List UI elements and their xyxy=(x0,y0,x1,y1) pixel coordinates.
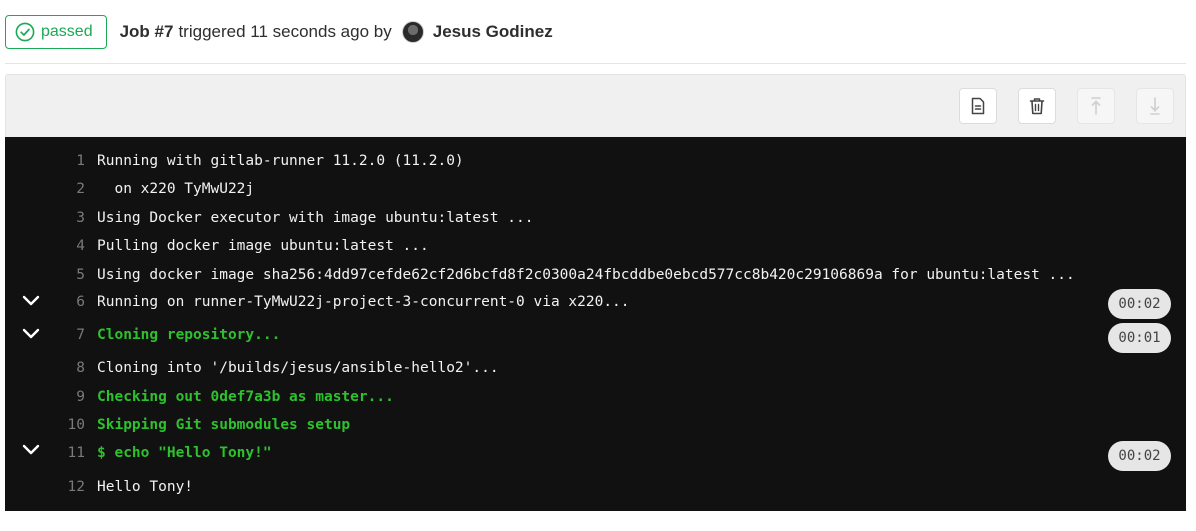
line-number[interactable]: 11 xyxy=(45,445,85,461)
avatar[interactable] xyxy=(401,21,424,43)
scroll-up-icon xyxy=(1089,96,1103,116)
line-text: Using docker image sha256:4dd97cefde62cf… xyxy=(97,267,1075,283)
trash-icon xyxy=(1029,97,1045,115)
line-number[interactable]: 8 xyxy=(45,360,85,376)
line-number[interactable]: 5 xyxy=(45,267,85,283)
line-text: on x220 TyMwU22j xyxy=(97,181,255,197)
line-text: Cloning into '/builds/jesus/ansible-hell… xyxy=(97,360,499,376)
line-number[interactable]: 10 xyxy=(45,417,85,433)
line-number[interactable]: 4 xyxy=(45,238,85,254)
section-duration-badge: 00:02 xyxy=(1108,441,1171,471)
line-number[interactable]: 3 xyxy=(45,210,85,226)
job-log: 1 Running with gitlab-runner 11.2.0 (11.… xyxy=(5,137,1186,511)
section-duration-badge: 00:02 xyxy=(1108,289,1171,319)
section-duration-badge: 00:01 xyxy=(1108,323,1171,353)
line-text: Hello Tony! xyxy=(97,479,194,495)
status-badge[interactable]: passed xyxy=(5,15,107,49)
check-circle-icon xyxy=(15,22,35,42)
line-text: Cloning repository... xyxy=(97,327,281,343)
log-line: 1 Running with gitlab-runner 11.2.0 (11.… xyxy=(5,149,1186,173)
log-line: 3 Using Docker executor with image ubunt… xyxy=(5,206,1186,230)
header-divider xyxy=(5,63,1186,64)
triggered-text: triggered 11 seconds ago by xyxy=(178,22,392,41)
status-label: passed xyxy=(41,23,93,40)
job-log-toolbar xyxy=(5,74,1186,138)
line-text: Checking out 0def7a3b as master... xyxy=(97,389,394,405)
show-complete-raw-button[interactable] xyxy=(959,88,997,124)
line-text: Running on runner-TyMwU22j-project-3-con… xyxy=(97,294,630,310)
line-number[interactable]: 1 xyxy=(45,153,85,169)
log-line: 4 Pulling docker image ubuntu:latest ... xyxy=(5,234,1186,258)
line-text: Using Docker executor with image ubuntu:… xyxy=(97,210,534,226)
log-line: 2 on x220 TyMwU22j xyxy=(5,177,1186,201)
line-number[interactable]: 12 xyxy=(45,479,85,495)
line-text: Running with gitlab-runner 11.2.0 (11.2.… xyxy=(97,153,464,169)
line-number[interactable]: 9 xyxy=(45,389,85,405)
log-line: 8 Cloning into '/builds/jesus/ansible-he… xyxy=(5,356,1186,380)
line-text: $ echo "Hello Tony!" xyxy=(97,445,272,461)
line-text: Skipping Git submodules setup xyxy=(97,417,351,433)
log-line: 12 Hello Tony! xyxy=(5,475,1186,499)
chevron-down-icon[interactable] xyxy=(22,295,40,307)
log-line: 10 Skipping Git submodules setup xyxy=(5,413,1186,437)
line-number[interactable]: 2 xyxy=(45,181,85,197)
scroll-top-button[interactable] xyxy=(1077,88,1115,124)
log-section-header[interactable]: 7 Cloning repository... xyxy=(5,323,1186,347)
job-title: Job #7 xyxy=(119,22,174,41)
log-line: 5 Using docker image sha256:4dd97cefde62… xyxy=(5,263,1186,287)
erase-log-button[interactable] xyxy=(1018,88,1056,124)
line-text: Pulling docker image ubuntu:latest ... xyxy=(97,238,429,254)
scroll-bottom-button[interactable] xyxy=(1136,88,1174,124)
author-name[interactable]: Jesus Godinez xyxy=(433,22,553,42)
log-section-header[interactable]: 11 $ echo "Hello Tony!" xyxy=(5,441,1186,465)
scroll-down-icon xyxy=(1148,96,1162,116)
job-header: passed Job #7 triggered 11 seconds ago b… xyxy=(5,14,1186,50)
job-summary: Job #7 triggered 11 seconds ago by Jesus… xyxy=(120,21,553,43)
file-text-icon xyxy=(970,97,986,115)
line-number[interactable]: 6 xyxy=(45,294,85,310)
chevron-down-icon[interactable] xyxy=(22,444,40,456)
log-line: 9 Checking out 0def7a3b as master... xyxy=(5,385,1186,409)
log-section-header[interactable]: 6 Running on runner-TyMwU22j-project-3-c… xyxy=(5,290,1186,314)
line-number[interactable]: 7 xyxy=(45,327,85,343)
chevron-down-icon[interactable] xyxy=(22,328,40,340)
